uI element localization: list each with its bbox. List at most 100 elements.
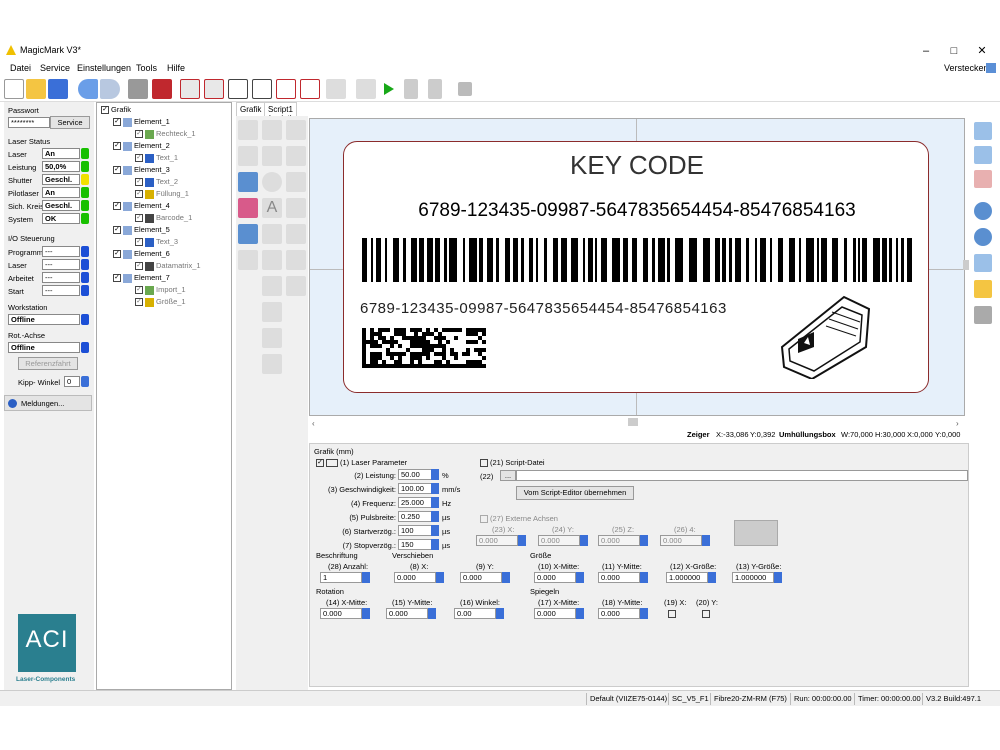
pause-icon[interactable] bbox=[404, 79, 418, 99]
script-browse-button[interactable]: ... bbox=[500, 470, 516, 481]
zoom-fit-icon[interactable] bbox=[974, 146, 992, 164]
grid-fill-icon[interactable] bbox=[238, 120, 258, 140]
tree-child[interactable]: ✓ Text_1 bbox=[135, 153, 178, 163]
mirror-y-checkbox[interactable] bbox=[702, 610, 710, 618]
tools-icon[interactable] bbox=[238, 198, 258, 218]
frame-icon[interactable] bbox=[228, 79, 248, 99]
play-icon[interactable] bbox=[384, 83, 394, 95]
drawing-canvas[interactable]: KEY CODE 6789-123435-09987-5647835654454… bbox=[309, 118, 965, 428]
pen-icon[interactable] bbox=[286, 250, 306, 270]
rot-spinner[interactable] bbox=[362, 608, 370, 619]
param-input[interactable]: 150 bbox=[398, 539, 432, 550]
hide-link[interactable]: Verstecken bbox=[944, 63, 989, 73]
tab-script[interactable]: Script1 (script) - Script bbox=[264, 102, 297, 141]
referenz-button[interactable]: Referenzfahrt bbox=[18, 357, 78, 370]
axis-input[interactable]: 0.000 bbox=[660, 535, 702, 546]
ext-axes-checkbox[interactable]: (27) Externe Achsen bbox=[480, 514, 558, 524]
tree-element[interactable]: ✓ Element_1 bbox=[113, 117, 170, 127]
param-spinner[interactable] bbox=[431, 525, 439, 536]
axis-spinner[interactable] bbox=[518, 535, 526, 546]
step-pause-icon[interactable] bbox=[428, 79, 442, 99]
points-icon[interactable] bbox=[286, 120, 306, 140]
abc-icon[interactable] bbox=[286, 198, 306, 218]
param-input[interactable]: 50.00 bbox=[398, 469, 432, 480]
rot-input[interactable]: 0.000 bbox=[320, 608, 362, 619]
mirror-input[interactable]: 0.000 bbox=[534, 608, 576, 619]
anzahl-spinner[interactable] bbox=[362, 572, 370, 583]
axis-spinner[interactable] bbox=[580, 535, 588, 546]
anzahl-input[interactable]: 1 bbox=[320, 572, 362, 583]
zoom-in-icon[interactable] bbox=[974, 122, 992, 140]
open-folder-icon[interactable] bbox=[26, 79, 46, 99]
tree-element[interactable]: ✓ Element_3 bbox=[113, 165, 170, 175]
rot-spinner[interactable] bbox=[428, 608, 436, 619]
layers-icon[interactable] bbox=[252, 79, 272, 99]
key-card[interactable]: KEY CODE 6789-123435-09987-5647835654454… bbox=[343, 141, 929, 393]
tree-child[interactable]: ✓ Füllung_1 bbox=[135, 189, 189, 199]
layers-icon[interactable] bbox=[238, 172, 258, 192]
grid-toggle-icon[interactable] bbox=[974, 306, 992, 324]
tree-element[interactable]: ✓ Element_2 bbox=[113, 141, 170, 151]
pin-icon[interactable] bbox=[986, 63, 996, 73]
axis-spinner[interactable] bbox=[640, 535, 648, 546]
maximize-button[interactable]: □ bbox=[940, 42, 968, 60]
size-input[interactable]: 0.000 bbox=[534, 572, 576, 583]
pattern-icon[interactable] bbox=[286, 224, 306, 244]
size-input[interactable]: 1.000000 bbox=[732, 572, 774, 583]
param-input[interactable]: 100.00 bbox=[398, 483, 432, 494]
kipp-input[interactable]: 0 bbox=[64, 376, 80, 387]
gear-icon[interactable] bbox=[974, 202, 992, 220]
script-path-input[interactable] bbox=[516, 470, 968, 481]
redo-icon[interactable] bbox=[100, 79, 120, 99]
tree-child[interactable]: ✓ Barcode_1 bbox=[135, 213, 192, 223]
undo-icon[interactable] bbox=[78, 79, 98, 99]
tree-element[interactable]: ✓ Element_4 bbox=[113, 201, 170, 211]
rotate-icon[interactable] bbox=[286, 146, 306, 166]
stop-icon[interactable] bbox=[458, 82, 472, 96]
person-icon[interactable] bbox=[238, 250, 258, 270]
tree-element[interactable]: ✓ Element_5 bbox=[113, 225, 170, 235]
abc-curve-icon[interactable] bbox=[286, 276, 306, 296]
h-scroll-thumb[interactable] bbox=[628, 418, 638, 426]
minimize-button[interactable]: – bbox=[912, 42, 940, 60]
search-icon[interactable] bbox=[974, 228, 992, 246]
tree-element[interactable]: ✓ Element_6 bbox=[113, 249, 170, 259]
axis-input[interactable]: 0.000 bbox=[476, 535, 518, 546]
scroll-right-icon[interactable]: › bbox=[956, 419, 959, 428]
password-field[interactable]: ******** bbox=[8, 117, 50, 128]
tree-child[interactable]: ✓ Text_3 bbox=[135, 237, 178, 247]
script-apply-button[interactable]: Vom Script-Editor übernehmen bbox=[516, 486, 634, 500]
size-spinner[interactable] bbox=[640, 572, 648, 583]
param-spinner[interactable] bbox=[431, 511, 439, 522]
laser-on-icon[interactable] bbox=[128, 79, 148, 99]
laser-param-checkbox[interactable]: ✓ (1) Laser Parameter bbox=[316, 458, 407, 468]
size-spinner[interactable] bbox=[774, 572, 782, 583]
ruler-icon[interactable] bbox=[974, 280, 992, 298]
axis-input[interactable]: 0.000 bbox=[538, 535, 580, 546]
grid-icon[interactable] bbox=[300, 79, 320, 99]
rot-spinner[interactable] bbox=[496, 608, 504, 619]
ellipse-icon[interactable] bbox=[262, 172, 282, 192]
tree-child[interactable]: ✓ Größe_1 bbox=[135, 297, 186, 307]
tree-child[interactable]: ✓ Import_1 bbox=[135, 285, 186, 295]
marker-icon[interactable] bbox=[180, 79, 200, 99]
shift-input[interactable]: 0.000 bbox=[394, 572, 436, 583]
puzzle-icon[interactable] bbox=[262, 354, 282, 374]
rectangle-icon[interactable] bbox=[262, 146, 282, 166]
text-tool-icon[interactable]: A bbox=[262, 198, 282, 218]
matrix-icon[interactable] bbox=[262, 276, 282, 296]
tab-grafik[interactable]: Grafik bbox=[236, 102, 266, 116]
b-icon[interactable] bbox=[262, 328, 282, 348]
shift-input[interactable]: 0.000 bbox=[460, 572, 502, 583]
v-icon[interactable] bbox=[262, 302, 282, 322]
step-icon[interactable] bbox=[356, 79, 376, 99]
shift-spinner[interactable] bbox=[436, 572, 444, 583]
hierarchy-icon[interactable] bbox=[238, 224, 258, 244]
envelope-icon[interactable] bbox=[276, 79, 296, 99]
qr-icon[interactable] bbox=[262, 250, 282, 270]
settings-gears-icon[interactable] bbox=[326, 79, 346, 99]
tree-child[interactable]: ✓ Rechteck_1 bbox=[135, 129, 196, 139]
axis-spinner[interactable] bbox=[702, 535, 710, 546]
menu-service[interactable]: Service bbox=[40, 63, 70, 73]
size-spinner[interactable] bbox=[708, 572, 716, 583]
